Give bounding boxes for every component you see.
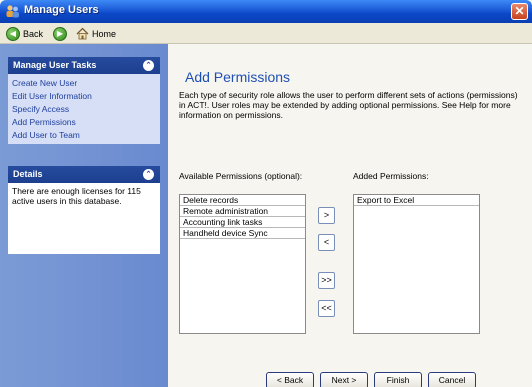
- available-permissions-list[interactable]: Delete records Remote administration Acc…: [179, 194, 306, 334]
- added-permissions-label: Added Permissions:: [353, 171, 429, 181]
- list-item[interactable]: Export to Excel: [354, 195, 479, 206]
- add-permission-button[interactable]: >: [318, 207, 335, 224]
- task-list: Create New User Edit User Information Sp…: [8, 74, 160, 144]
- sidebar: Manage User Tasks ⌃ Create New User Edit…: [0, 44, 168, 387]
- title-bar: Manage Users ✕: [0, 0, 532, 23]
- tasks-panel: Manage User Tasks ⌃ Create New User Edit…: [8, 57, 160, 144]
- back-button[interactable]: < Back: [266, 372, 314, 387]
- available-permissions-label: Available Permissions (optional):: [179, 171, 303, 181]
- home-nav-label: Home: [92, 28, 117, 39]
- list-item[interactable]: Handheld device Sync: [180, 228, 305, 239]
- users-icon: [6, 5, 19, 18]
- remove-all-permissions-button[interactable]: <<: [318, 300, 335, 317]
- add-all-permissions-button[interactable]: >>: [318, 272, 335, 289]
- list-item[interactable]: Delete records: [180, 195, 305, 206]
- forward-nav-button[interactable]: ▶: [53, 26, 67, 41]
- forward-arrow-icon: ▶: [53, 26, 67, 41]
- back-arrow-icon: ◀: [6, 26, 20, 41]
- remove-permission-button[interactable]: <: [318, 234, 335, 251]
- navigation-bar: ◀ Back ▶ Home: [0, 23, 532, 44]
- details-text: There are enough licenses for 115 active…: [8, 183, 160, 254]
- added-permissions-list[interactable]: Export to Excel: [353, 194, 480, 334]
- tasks-panel-title: Manage User Tasks: [13, 60, 97, 70]
- collapse-icon[interactable]: ⌃: [143, 169, 154, 180]
- task-create-new-user[interactable]: Create New User: [12, 77, 156, 90]
- task-edit-user-information[interactable]: Edit User Information: [12, 90, 156, 103]
- main-content: Add Permissions Each type of security ro…: [168, 44, 532, 387]
- next-button[interactable]: Next >: [320, 372, 368, 387]
- collapse-icon[interactable]: ⌃: [143, 60, 154, 71]
- page-description: Each type of security role allows the us…: [179, 90, 518, 120]
- details-panel: Details ⌃ There are enough licenses for …: [8, 166, 160, 254]
- back-nav-button[interactable]: ◀ Back: [6, 26, 43, 41]
- cancel-button[interactable]: Cancel: [428, 372, 476, 387]
- close-button[interactable]: ✕: [511, 3, 528, 20]
- details-panel-header[interactable]: Details ⌃: [8, 166, 160, 183]
- list-item[interactable]: Accounting link tasks: [180, 217, 305, 228]
- details-panel-title: Details: [13, 169, 43, 179]
- home-nav-button[interactable]: Home: [76, 26, 116, 41]
- task-add-user-to-team[interactable]: Add User to Team: [12, 129, 156, 142]
- task-add-permissions[interactable]: Add Permissions: [12, 116, 156, 129]
- tasks-panel-header[interactable]: Manage User Tasks ⌃: [8, 57, 160, 74]
- task-specify-access[interactable]: Specify Access: [12, 103, 156, 116]
- page-title: Add Permissions: [185, 69, 291, 85]
- back-nav-label: Back: [23, 28, 44, 39]
- finish-button[interactable]: Finish: [374, 372, 422, 387]
- window-title: Manage Users: [24, 4, 99, 16]
- home-icon: [76, 27, 89, 40]
- list-item[interactable]: Remote administration: [180, 206, 305, 217]
